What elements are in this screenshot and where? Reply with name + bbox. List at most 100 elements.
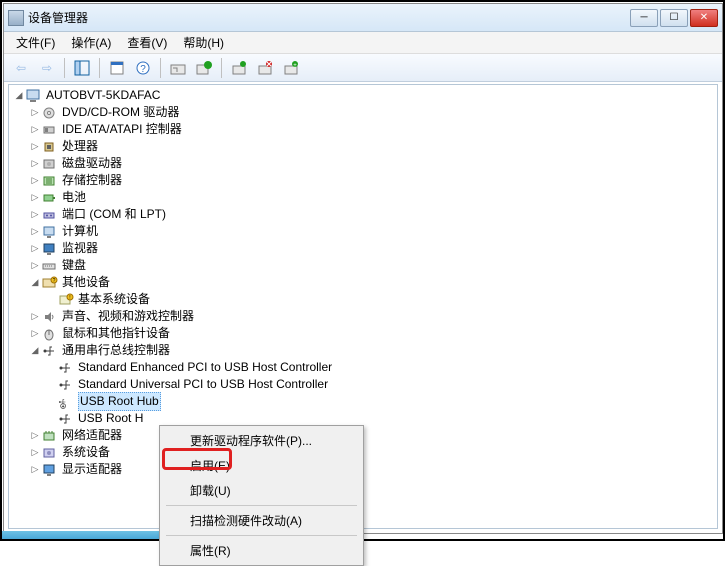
- tree-node[interactable]: ▷ 声音、视频和游戏控制器: [13, 308, 717, 325]
- tree-label: 显示适配器: [62, 461, 122, 478]
- svg-text:+: +: [293, 63, 297, 69]
- unknown-device-icon: !: [58, 293, 74, 307]
- tree-label: 监视器: [62, 240, 98, 257]
- tree-label: 系统设备: [62, 444, 110, 461]
- tree-label: Standard Universal PCI to USB Host Contr…: [78, 376, 328, 393]
- tree-node[interactable]: ▷电池: [13, 189, 717, 206]
- expand-icon[interactable]: ▷: [29, 121, 41, 138]
- tree-label: 处理器: [62, 138, 98, 155]
- display-icon: [42, 463, 58, 477]
- expand-icon[interactable]: ▷: [29, 223, 41, 240]
- properties-button[interactable]: [105, 56, 129, 80]
- sound-icon: [42, 310, 58, 324]
- tree-node[interactable]: ▷键盘: [13, 257, 717, 274]
- tree-node[interactable]: ▷IDE ATA/ATAPI 控制器: [13, 121, 717, 138]
- tree-label: 存储控制器: [62, 172, 122, 189]
- tree-node[interactable]: ▷磁盘驱动器: [13, 155, 717, 172]
- expand-icon[interactable]: ▷: [29, 257, 41, 274]
- nav-forward-button[interactable]: [35, 56, 59, 80]
- app-icon: [8, 10, 24, 26]
- expand-icon[interactable]: ◢: [29, 274, 41, 291]
- tree-node-usb-controllers[interactable]: ◢ 通用串行总线控制器: [13, 342, 717, 359]
- enable-button[interactable]: [192, 56, 216, 80]
- tree-node-other-devices[interactable]: ◢ ? 其他设备: [13, 274, 717, 291]
- disc-icon: [42, 106, 58, 120]
- keyboard-icon: [42, 259, 58, 273]
- ctx-uninstall[interactable]: 卸载(U): [162, 478, 361, 503]
- minimize-button[interactable]: ─: [630, 9, 658, 27]
- device-manager-window: 设备管理器 ─ ☐ ✕ 文件(F) 操作(A) 查看(V) 帮助(H) ?: [3, 3, 723, 534]
- expand-icon[interactable]: ▷: [29, 461, 41, 478]
- tree-label: 端口 (COM 和 LPT): [62, 206, 166, 223]
- maximize-button[interactable]: ☐: [660, 9, 688, 27]
- expand-icon[interactable]: ▷: [29, 325, 41, 342]
- tree-node[interactable]: ▷计算机: [13, 223, 717, 240]
- tree-node-usb[interactable]: USB Root H: [13, 410, 717, 427]
- computer-icon: [42, 225, 58, 239]
- expand-icon[interactable]: ▷: [29, 444, 41, 461]
- ctx-separator: [166, 535, 357, 536]
- menu-help[interactable]: 帮助(H): [175, 32, 232, 53]
- ctx-scan[interactable]: 扫描检测硬件改动(A): [162, 508, 361, 533]
- nav-back-button[interactable]: [9, 56, 33, 80]
- menu-view[interactable]: 查看(V): [119, 32, 175, 53]
- expand-icon[interactable]: ▷: [29, 308, 41, 325]
- tree-node[interactable]: ▷ 存储控制器: [13, 172, 717, 189]
- tree-node-usb[interactable]: Standard Enhanced PCI to USB Host Contro…: [13, 359, 717, 376]
- expand-icon[interactable]: ▷: [29, 189, 41, 206]
- menu-action[interactable]: 操作(A): [63, 32, 119, 53]
- expand-icon[interactable]: ▷: [29, 138, 41, 155]
- tree-label: DVD/CD-ROM 驱动器: [62, 104, 179, 121]
- forward-arrow-icon: [42, 61, 52, 75]
- tree-label: 鼠标和其他指针设备: [62, 325, 170, 342]
- expand-icon[interactable]: ▷: [29, 155, 41, 172]
- refresh-button[interactable]: [166, 56, 190, 80]
- tree-node[interactable]: ▷ DVD/CD-ROM 驱动器: [13, 104, 717, 121]
- tree-node[interactable]: ▷ 端口 (COM 和 LPT): [13, 206, 717, 223]
- uninstall-button[interactable]: [253, 56, 277, 80]
- mouse-icon: [42, 327, 58, 341]
- tree-label: 声音、视频和游戏控制器: [62, 308, 194, 325]
- menu-file[interactable]: 文件(F): [8, 32, 63, 53]
- scan-hardware-button[interactable]: +: [279, 56, 303, 80]
- expand-icon[interactable]: ▷: [29, 172, 41, 189]
- tree-node[interactable]: ▷ 显示适配器: [13, 461, 717, 478]
- cpu-icon: [42, 140, 58, 154]
- tree-node[interactable]: ▷ 处理器: [13, 138, 717, 155]
- port-icon: [42, 208, 58, 222]
- menubar: 文件(F) 操作(A) 查看(V) 帮助(H): [4, 32, 722, 54]
- tree-root[interactable]: ◢ AUTOBVT-5KDAFAC: [13, 87, 717, 104]
- expand-icon[interactable]: ▷: [29, 240, 41, 257]
- usb-icon: [58, 395, 74, 409]
- toolbar-separator: [221, 58, 222, 78]
- tree-node[interactable]: ▷ 系统设备: [13, 444, 717, 461]
- tree-node[interactable]: ▷ 鼠标和其他指针设备: [13, 325, 717, 342]
- usb-icon: [58, 412, 74, 426]
- ctx-properties[interactable]: 属性(R): [162, 538, 361, 563]
- expand-icon[interactable]: ▷: [29, 104, 41, 121]
- tree-node[interactable]: ▷ 监视器: [13, 240, 717, 257]
- window-controls: ─ ☐ ✕: [630, 9, 718, 27]
- tree-label: Standard Enhanced PCI to USB Host Contro…: [78, 359, 332, 376]
- tree-label: USB Root Hub: [78, 392, 161, 411]
- expand-icon[interactable]: ▷: [29, 427, 41, 444]
- usb-icon: [58, 361, 74, 375]
- update-driver-button[interactable]: [227, 56, 251, 80]
- expand-icon[interactable]: ◢: [29, 342, 41, 359]
- toolbar-separator: [160, 58, 161, 78]
- close-button[interactable]: ✕: [690, 9, 718, 27]
- tree-node-usb[interactable]: Standard Universal PCI to USB Host Contr…: [13, 376, 717, 393]
- help-button[interactable]: ?: [131, 56, 155, 80]
- expand-icon[interactable]: ◢: [13, 87, 25, 104]
- monitor-icon: [42, 242, 58, 256]
- ctx-enable[interactable]: 启用(E): [162, 453, 361, 478]
- svg-text:?: ?: [140, 64, 146, 75]
- tree-node[interactable]: ▷网络适配器: [13, 427, 717, 444]
- ide-icon: [42, 123, 58, 137]
- ctx-update-driver[interactable]: 更新驱动程序软件(P)...: [162, 428, 361, 453]
- tree-node-usb[interactable]: USB Root Hub: [13, 393, 717, 410]
- tree-node-basic-system-device[interactable]: ! 基本系统设备: [13, 291, 717, 308]
- show-hide-tree-button[interactable]: [70, 56, 94, 80]
- expand-icon[interactable]: ▷: [29, 206, 41, 223]
- back-arrow-icon: [16, 61, 26, 75]
